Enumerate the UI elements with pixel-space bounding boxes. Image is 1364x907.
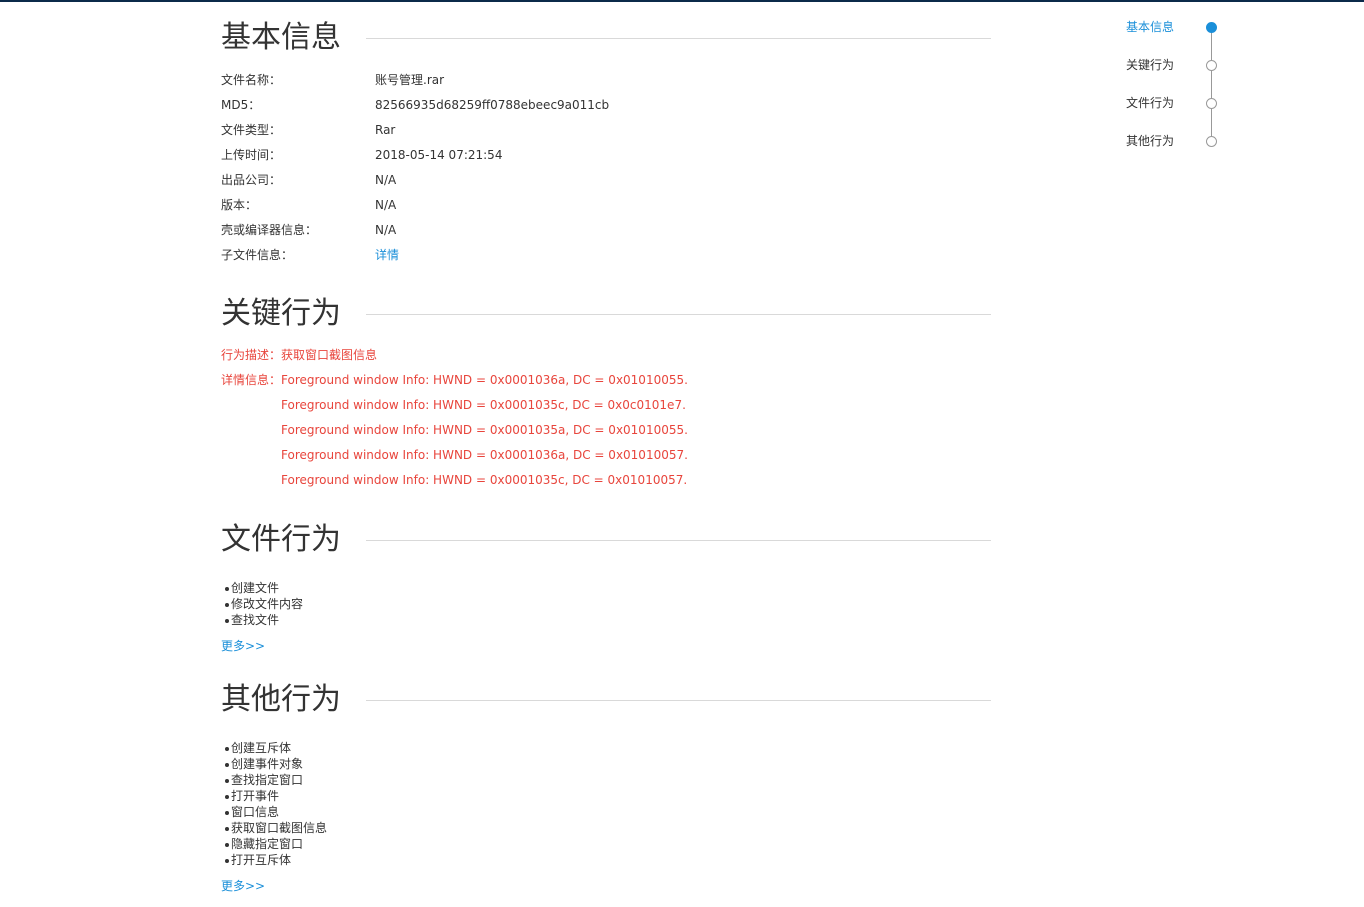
info-label: 文件类型： xyxy=(221,123,282,137)
behavior-detail-line: Foreground window Info: HWND = 0x0001036… xyxy=(281,373,688,387)
top-border xyxy=(0,0,1364,2)
section-title-key-behavior: 关键行为 xyxy=(221,294,991,334)
behavior-desc-label: 行为描述： xyxy=(221,348,282,362)
behavior-detail-line: Foreground window Info: HWND = 0x0001035… xyxy=(281,423,688,437)
side-nav-label: 关键行为 xyxy=(1126,58,1175,72)
section-heading: 其他行为 xyxy=(221,682,341,717)
list-item: 创建互斥体 xyxy=(224,740,327,756)
side-nav-label: 文件行为 xyxy=(1126,96,1175,110)
list-item: 获取窗口截图信息 xyxy=(224,821,328,835)
side-nav-item-file-behavior[interactable]: 文件行为 xyxy=(1126,91,1226,115)
info-value: N/A xyxy=(375,198,397,212)
info-label: 版本： xyxy=(221,198,258,212)
nav-dot-icon xyxy=(1206,98,1217,109)
file-behavior-list: 创建文件 修改文件内容 查找文件 xyxy=(221,580,303,628)
other-behavior-list: 创建互斥体 创建事件对象 查找指定窗口 打开事件 窗口信息 获取窗口截图信息 隐… xyxy=(221,740,327,868)
list-item: 隐藏指定窗口 xyxy=(224,836,327,852)
info-value: N/A xyxy=(375,173,397,187)
section-divider xyxy=(366,38,991,39)
info-label: 文件名称： xyxy=(221,73,282,87)
info-row-md5: MD5： 82566935d68259ff0788ebeec9a011cb xyxy=(221,93,991,118)
info-row-version: 版本： N/A xyxy=(221,193,991,218)
info-label: MD5： xyxy=(221,98,261,112)
side-nav-label: 其他行为 xyxy=(1126,134,1175,148)
info-value: Rar xyxy=(375,123,396,137)
behavior-detail-line: Foreground window Info: HWND = 0x0001035… xyxy=(281,398,686,412)
section-heading: 基本信息 xyxy=(221,20,341,55)
section-heading: 关键行为 xyxy=(221,296,341,331)
info-label: 壳或编译器信息： xyxy=(221,223,318,237)
list-item: 查找文件 xyxy=(224,612,303,628)
section-title-other-behavior: 其他行为 xyxy=(221,680,991,720)
list-item: 打开事件 xyxy=(224,788,327,804)
file-behavior-more-link[interactable]: 更多>> xyxy=(221,638,265,654)
info-label: 上传时间： xyxy=(221,148,282,162)
section-side-nav: 基本信息 关键行为 文件行为 其他行为 xyxy=(1126,12,1226,152)
info-label: 子文件信息： xyxy=(221,248,294,262)
info-row-upload-time: 上传时间： 2018-05-14 07:21:54 xyxy=(221,143,991,168)
info-value: 账号管理.rar xyxy=(375,73,445,87)
side-nav-label: 基本信息 xyxy=(1126,20,1175,34)
info-row-company: 出品公司： N/A xyxy=(221,168,991,193)
section-title-file-behavior: 文件行为 xyxy=(221,520,991,560)
behavior-detail-label: 详情信息： xyxy=(221,373,282,387)
list-item: 修改文件内容 xyxy=(224,597,304,611)
nav-dot-icon xyxy=(1206,136,1217,147)
list-item: 打开互斥体 xyxy=(224,852,327,868)
side-nav-item-other-behavior[interactable]: 其他行为 xyxy=(1126,129,1226,153)
list-item: 窗口信息 xyxy=(224,804,327,820)
list-item: 创建事件对象 xyxy=(224,756,327,772)
section-divider xyxy=(366,700,991,701)
side-nav-item-key-behavior[interactable]: 关键行为 xyxy=(1126,53,1226,77)
behavior-detail-line: Foreground window Info: HWND = 0x0001036… xyxy=(281,448,688,462)
side-nav-item-basic-info[interactable]: 基本信息 xyxy=(1126,15,1226,39)
list-item: 查找指定窗口 xyxy=(224,772,327,788)
info-row-packer: 壳或编译器信息： N/A xyxy=(221,218,991,243)
section-divider xyxy=(366,540,991,541)
list-item: 创建文件 xyxy=(224,580,303,596)
subfile-details-link[interactable]: 详情 xyxy=(375,243,399,268)
info-row-subfile: 子文件信息： 详情 xyxy=(221,243,991,268)
behavior-detail-line: Foreground window Info: HWND = 0x0001035… xyxy=(281,473,688,487)
behavior-desc-value: 获取窗口截图信息 xyxy=(281,348,378,362)
nav-track-line xyxy=(1211,27,1212,141)
section-divider xyxy=(366,314,991,315)
section-heading: 文件行为 xyxy=(221,522,341,557)
nav-dot-icon xyxy=(1206,22,1217,33)
info-row-file-name: 文件名称： 账号管理.rar xyxy=(221,68,991,93)
other-behavior-more-link[interactable]: 更多>> xyxy=(221,878,265,894)
info-value: 82566935d68259ff0788ebeec9a011cb xyxy=(375,98,610,112)
section-title-basic-info: 基本信息 xyxy=(221,18,991,58)
info-label: 出品公司： xyxy=(221,173,282,187)
info-row-file-type: 文件类型： Rar xyxy=(221,118,991,143)
info-value: 2018-05-14 07:21:54 xyxy=(375,148,503,162)
nav-dot-icon xyxy=(1206,60,1217,71)
info-value: N/A xyxy=(375,223,397,237)
